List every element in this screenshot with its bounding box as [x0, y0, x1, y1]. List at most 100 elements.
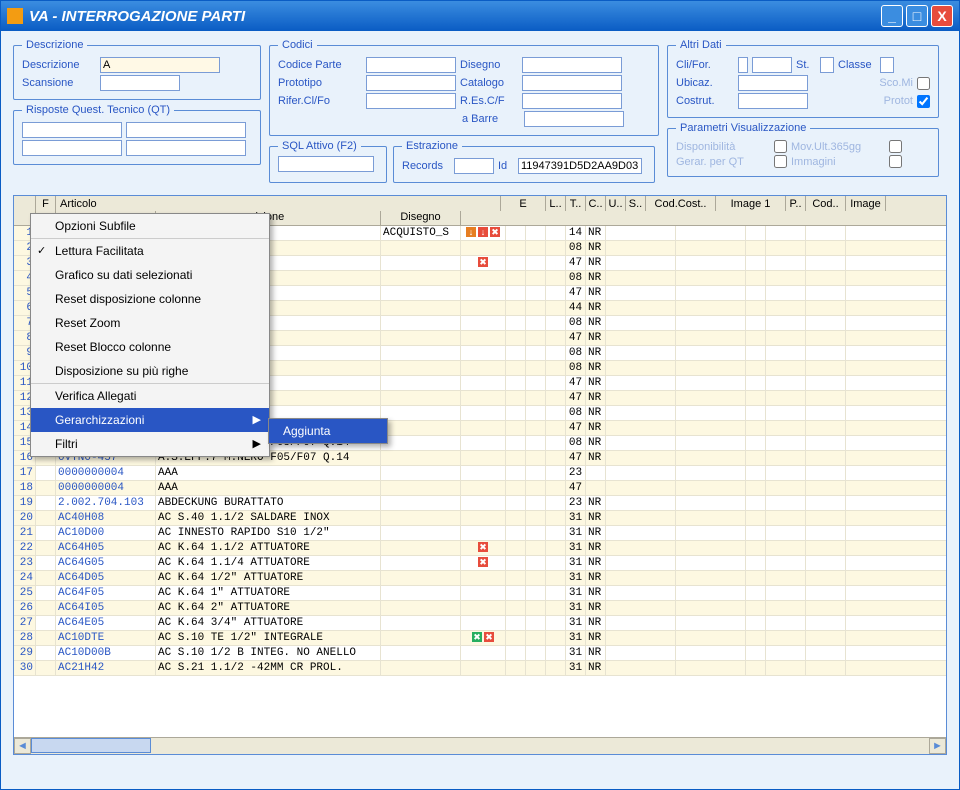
submenu: Aggiunta [268, 418, 388, 444]
input-sql[interactable] [278, 156, 374, 172]
menu-item-disposizione-su-più-righe[interactable]: Disposizione su più righe [31, 359, 269, 383]
cell-descrizione: AC K.64 3/4" ATTUATORE [156, 616, 381, 630]
col-header-articolo-group[interactable]: Articolo [56, 196, 501, 211]
input-classe[interactable] [880, 57, 894, 73]
table-row[interactable]: 30AC21H42AC S.21 1.1/2 -42MM CR PROL.31N… [14, 661, 946, 676]
table-row[interactable]: 192.002.704.103ABDECKUNG BURATTATO23NR [14, 496, 946, 511]
input-codice-parte[interactable] [366, 57, 456, 73]
menu-item-filtri[interactable]: Filtri▶ [31, 432, 269, 456]
col-header-image1[interactable]: Image 1 [716, 196, 786, 211]
cell-cod2 [766, 436, 806, 450]
col-header-t[interactable]: T.. [566, 196, 586, 211]
input-qt1[interactable] [22, 122, 122, 138]
menu-item-reset-blocco-colonne[interactable]: Reset Blocco colonne [31, 335, 269, 359]
input-clifor2[interactable] [752, 57, 792, 73]
input-abarre[interactable] [524, 111, 624, 127]
cell-c [546, 421, 566, 435]
label-disp: Disponibilità [676, 141, 770, 153]
input-qt3[interactable] [22, 140, 122, 156]
cell-l [506, 586, 526, 600]
table-row[interactable]: 27AC64E05AC K.64 3/4" ATTUATORE31NR [14, 616, 946, 631]
maximize-button[interactable]: □ [906, 5, 928, 27]
col-header-f[interactable]: F [36, 196, 56, 211]
cell-t [526, 256, 546, 270]
cell-cod2 [766, 451, 806, 465]
close-button[interactable]: X [931, 5, 953, 27]
cell-cod2 [766, 346, 806, 360]
checkbox-scomi[interactable] [917, 77, 930, 90]
table-row[interactable]: 170000000004AAA23 [14, 466, 946, 481]
col-header-e[interactable]: E [501, 196, 546, 211]
input-scansione[interactable] [100, 75, 180, 91]
checkbox-mov[interactable] [889, 140, 902, 153]
input-costrut[interactable] [738, 93, 808, 109]
submenu-item-aggiunta[interactable]: Aggiunta [269, 419, 387, 443]
menu-item-verifica-allegati[interactable]: Verifica Allegati [31, 383, 269, 408]
scroll-thumb[interactable] [31, 738, 151, 753]
table-row[interactable]: 180000000004AAA47 [14, 481, 946, 496]
cell-image1 [676, 226, 746, 240]
col-header-l[interactable]: L.. [546, 196, 566, 211]
input-ubicaz[interactable] [738, 75, 808, 91]
col-header-p[interactable]: P.. [786, 196, 806, 211]
col-header-c[interactable]: C.. [586, 196, 606, 211]
input-disegno[interactable] [522, 57, 622, 73]
input-qt2[interactable] [126, 122, 246, 138]
cell-e [461, 316, 506, 330]
cell-s: NR [586, 661, 606, 675]
input-prototipo[interactable] [366, 75, 456, 91]
input-qt4[interactable] [126, 140, 246, 156]
menu-item-opzioni-subfile[interactable]: Opzioni Subfile [31, 214, 269, 238]
checkbox-protot[interactable] [917, 95, 930, 108]
input-st[interactable] [820, 57, 834, 73]
table-row[interactable]: 24AC64D05AC K.64 1/2" ATTUATORE31NR [14, 571, 946, 586]
input-rifer[interactable] [366, 93, 456, 109]
col-header-codcost[interactable]: Cod.Cost.. [646, 196, 716, 211]
input-records[interactable] [454, 158, 494, 174]
table-row[interactable]: 22AC64H05AC K.64 1.1/2 ATTUATORE✖31NR [14, 541, 946, 556]
cell-descrizione: ABDECKUNG BURATTATO [156, 496, 381, 510]
scroll-left-button[interactable]: ◄ [14, 738, 31, 754]
cell-image2 [806, 646, 846, 660]
checkbox-disp[interactable] [774, 140, 787, 153]
col-header-cod2[interactable]: Cod.. [806, 196, 846, 211]
table-row[interactable]: 29AC10D00BAC S.10 1/2 B INTEG. NO ANELLO… [14, 646, 946, 661]
col-header-u[interactable]: U.. [606, 196, 626, 211]
menu-item-lettura-facilitata[interactable]: Lettura Facilitata✓ [31, 238, 269, 263]
menu-item-grafico-su-dati-selezionati[interactable]: Grafico su dati selezionati [31, 263, 269, 287]
menu-item-gerarchizzazioni[interactable]: Gerarchizzazioni▶ [31, 408, 269, 432]
cell-e: ✖ [461, 256, 506, 270]
menu-item-reset-zoom[interactable]: Reset Zoom [31, 311, 269, 335]
input-descrizione[interactable] [100, 57, 220, 73]
col-header-image2[interactable]: Image [846, 196, 886, 211]
table-row[interactable]: 23AC64G05AC K.64 1.1/4 ATTUATORE✖31NR [14, 556, 946, 571]
minimize-button[interactable]: _ [881, 5, 903, 27]
cell-descrizione: AC K.64 1.1/4 ATTUATORE [156, 556, 381, 570]
table-row[interactable]: 28AC10DTEAC S.10 TE 1/2" INTEGRALE✖✖31NR [14, 631, 946, 646]
menu-item-reset-disposizione-colonne[interactable]: Reset disposizione colonne [31, 287, 269, 311]
input-catalogo[interactable] [522, 75, 622, 91]
cell-l [506, 481, 526, 495]
cell-e [461, 616, 506, 630]
table-row[interactable]: 26AC64I05AC K.64 2" ATTUATORE31NR [14, 601, 946, 616]
cell-image2 [806, 541, 846, 555]
table-row[interactable]: 20AC40H08AC S.40 1.1/2 SALDARE INOX31NR [14, 511, 946, 526]
input-resc[interactable] [522, 93, 622, 109]
cell-t [526, 586, 546, 600]
col-subheader-disegno[interactable]: Disegno [381, 211, 461, 225]
cell-u: 44 [566, 301, 586, 315]
table-row[interactable]: 21AC10D00AC INNESTO RAPIDO S10 1/2"31NR [14, 526, 946, 541]
scroll-track[interactable] [151, 738, 929, 754]
cell-disegno [381, 256, 461, 270]
checkbox-immagini[interactable] [889, 155, 902, 168]
col-header-rownum[interactable] [14, 196, 36, 211]
col-header-s[interactable]: S.. [626, 196, 646, 211]
checkbox-gerar[interactable] [774, 155, 787, 168]
horizontal-scrollbar[interactable]: ◄ ► [14, 737, 946, 754]
input-id[interactable] [518, 158, 642, 174]
cell-rownum: 23 [14, 556, 36, 570]
input-clifor1[interactable] [738, 57, 748, 73]
scroll-right-button[interactable]: ► [929, 738, 946, 754]
table-row[interactable]: 25AC64F05AC K.64 1" ATTUATORE31NR [14, 586, 946, 601]
cell-e [461, 646, 506, 660]
